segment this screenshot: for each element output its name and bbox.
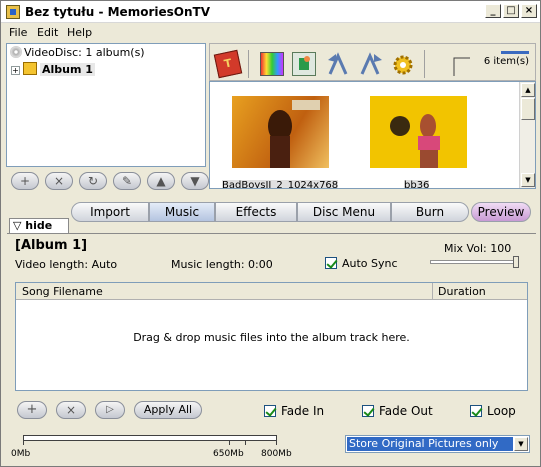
hide-label: hide bbox=[25, 219, 53, 232]
menu-help[interactable]: Help bbox=[67, 26, 92, 39]
photo-thumbnail[interactable] bbox=[370, 96, 467, 168]
album-tree[interactable]: VideoDisc: 1 album(s) + Album 1 bbox=[6, 43, 206, 167]
add-text-icon[interactable]: T bbox=[213, 49, 243, 79]
app-icon bbox=[6, 5, 20, 19]
add-song-button[interactable]: + bbox=[17, 401, 47, 419]
column-song-filename[interactable]: Song Filename bbox=[22, 285, 103, 298]
photo-thumbnail[interactable] bbox=[232, 96, 329, 168]
edit-button[interactable]: ✎ bbox=[113, 172, 141, 190]
move-down-button[interactable]: ▼ bbox=[181, 172, 209, 190]
maximize-button[interactable]: □ bbox=[503, 4, 519, 18]
fade-in-checkbox[interactable]: Fade In bbox=[264, 404, 324, 418]
capacity-label-650: 650Mb bbox=[213, 449, 244, 459]
window-title: Bez tytułu - MemoriesOnTV bbox=[25, 5, 210, 19]
menu-bar: File Edit Help bbox=[1, 23, 540, 41]
photo-caption: BadBoysII_2_1024x768 bbox=[222, 180, 339, 189]
song-list-header: Song Filename Duration bbox=[16, 283, 527, 300]
tab-import[interactable]: Import bbox=[71, 202, 149, 222]
photo-scrollbar[interactable]: ▲ ▼ bbox=[519, 82, 535, 188]
music-length: Music length: 0:00 bbox=[171, 258, 273, 271]
menu-edit[interactable]: Edit bbox=[37, 26, 58, 39]
storage-option-select[interactable]: Store Original Pictures only ▼ bbox=[345, 435, 530, 453]
photo-pane[interactable]: BadBoysII_2_1024x768 bb36 ▲ ▼ bbox=[209, 81, 536, 189]
remove-song-button[interactable]: × bbox=[56, 401, 86, 419]
play-song-button[interactable]: ▷ bbox=[95, 401, 125, 419]
loop-checkbox[interactable]: Loop bbox=[470, 404, 516, 418]
auto-sync-checkbox[interactable]: Auto Sync bbox=[325, 257, 398, 270]
photo-caption: bb36 bbox=[404, 180, 430, 189]
drop-hint: Drag & drop music files into the album t… bbox=[133, 331, 410, 344]
minimize-button[interactable]: _ bbox=[485, 4, 501, 18]
checkbox-check-icon bbox=[264, 405, 276, 417]
rotate-right-icon[interactable] bbox=[358, 52, 382, 76]
loop-label: Loop bbox=[487, 404, 516, 418]
fade-out-checkbox[interactable]: Fade Out bbox=[362, 404, 433, 418]
tree-album-label: Album 1 bbox=[40, 63, 95, 76]
checkbox-check-icon bbox=[362, 405, 374, 417]
rotate-left-icon[interactable] bbox=[326, 52, 350, 76]
size-indicator bbox=[501, 51, 529, 54]
disc-icon bbox=[10, 46, 22, 58]
checkbox-check-icon bbox=[470, 405, 482, 417]
preview-button[interactable]: Preview bbox=[471, 202, 531, 222]
tree-root-label: VideoDisc: 1 album(s) bbox=[24, 46, 145, 59]
mix-volume-label: Mix Vol: 100 bbox=[444, 242, 512, 255]
slider-thumb[interactable] bbox=[513, 256, 519, 268]
album-icon bbox=[23, 62, 37, 75]
tab-burn[interactable]: Burn bbox=[391, 202, 469, 222]
chevron-down-icon[interactable]: ▼ bbox=[514, 437, 528, 451]
move-up-button[interactable]: ▲ bbox=[147, 172, 175, 190]
settings-gear-icon[interactable] bbox=[390, 52, 414, 76]
album-title: [Album 1] bbox=[15, 238, 88, 253]
tree-item-album[interactable]: + Album 1 bbox=[11, 62, 95, 76]
checkbox-check-icon bbox=[325, 257, 337, 269]
tree-root-videodisc[interactable]: VideoDisc: 1 album(s) bbox=[10, 46, 145, 59]
zoom-slider-icon[interactable] bbox=[450, 52, 474, 76]
close-button[interactable]: × bbox=[521, 4, 537, 18]
fade-in-label: Fade In bbox=[281, 404, 325, 418]
media-toolbar: T 6 item(s) bbox=[209, 43, 536, 81]
color-icon[interactable] bbox=[260, 52, 284, 76]
scroll-down-icon[interactable]: ▼ bbox=[521, 173, 535, 187]
scroll-thumb[interactable] bbox=[521, 98, 535, 120]
app-window: Bez tytułu - MemoriesOnTV _ □ × File Edi… bbox=[0, 0, 541, 467]
expand-icon[interactable]: + bbox=[11, 66, 20, 75]
title-bar: Bez tytułu - MemoriesOnTV _ □ × bbox=[1, 1, 540, 23]
capacity-ticks bbox=[23, 441, 277, 445]
capacity-label-800: 800Mb bbox=[261, 449, 292, 459]
mix-volume-slider[interactable] bbox=[430, 256, 519, 268]
hide-toggle[interactable]: ▽ hide bbox=[9, 218, 69, 234]
capacity-label-0: 0Mb bbox=[11, 449, 31, 459]
delete-button[interactable]: × bbox=[45, 172, 73, 190]
video-length: Video length: Auto bbox=[15, 258, 118, 271]
scroll-up-icon[interactable]: ▲ bbox=[521, 83, 535, 97]
tab-music[interactable]: Music bbox=[149, 202, 215, 222]
storage-option-value: Store Original Pictures only bbox=[347, 437, 513, 451]
item-count: 6 item(s) bbox=[483, 56, 529, 67]
collapse-icon: ▽ bbox=[13, 219, 26, 232]
refresh-button[interactable]: ↻ bbox=[79, 172, 107, 190]
add-button[interactable]: + bbox=[11, 172, 39, 190]
fade-out-label: Fade Out bbox=[379, 404, 433, 418]
song-list[interactable]: Song Filename Duration Drag & drop music… bbox=[15, 282, 528, 391]
auto-sync-label: Auto Sync bbox=[342, 257, 398, 270]
column-duration[interactable]: Duration bbox=[438, 285, 486, 298]
menu-file[interactable]: File bbox=[9, 26, 27, 39]
tab-effects[interactable]: Effects bbox=[215, 202, 297, 222]
tab-disc-menu[interactable]: Disc Menu bbox=[297, 202, 391, 222]
apply-all-button[interactable]: Apply All bbox=[134, 401, 202, 419]
image-icon[interactable] bbox=[292, 52, 316, 76]
